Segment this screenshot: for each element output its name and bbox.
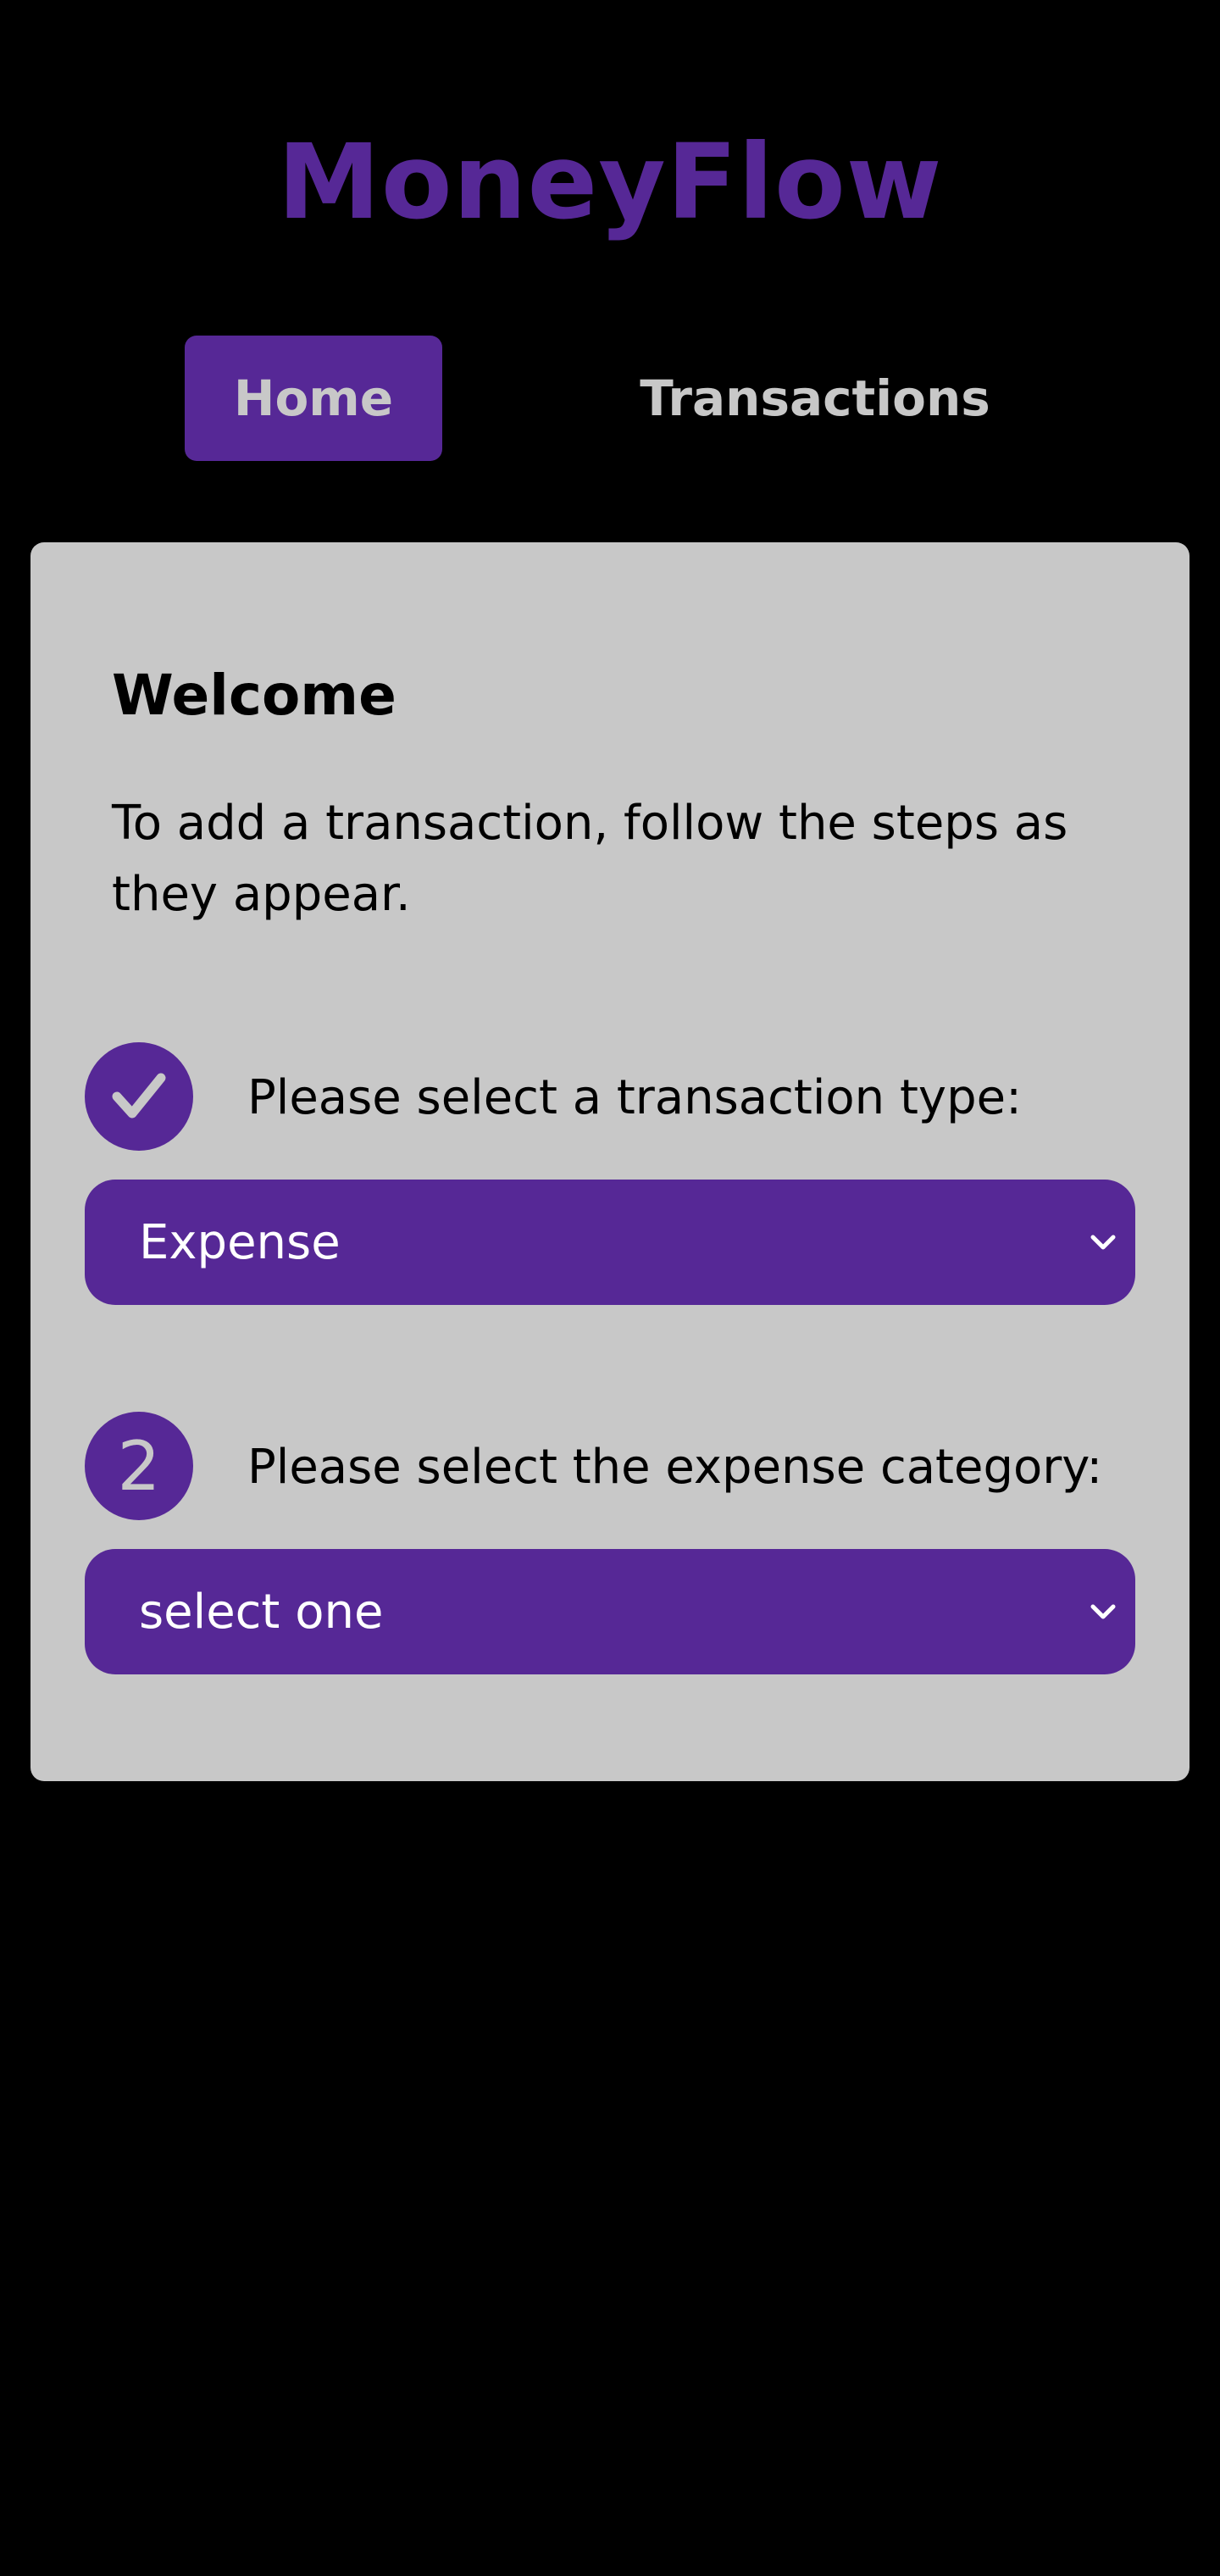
step-1-complete-badge xyxy=(85,1042,193,1151)
nav-home-button[interactable]: Home xyxy=(185,336,442,461)
check-icon xyxy=(112,1073,166,1119)
step-2-label: Please select the expense category: xyxy=(247,1440,1103,1495)
transaction-type-select[interactable]: Expense xyxy=(85,1180,1135,1305)
intro-text: To add a transaction, follow the steps a… xyxy=(112,796,1068,922)
nav-transactions-button[interactable]: Transactions xyxy=(593,336,1037,461)
step-1-label: Please select a transaction type: xyxy=(247,1070,1022,1125)
welcome-card: Welcome To add a transaction, follow the… xyxy=(30,542,1190,1781)
expense-category-select[interactable]: select one xyxy=(85,1549,1135,1674)
welcome-heading: Welcome xyxy=(112,663,396,728)
step-2-number-badge: 2 xyxy=(85,1412,193,1520)
app-title: MoneyFlow xyxy=(277,122,943,242)
chevron-down-icon xyxy=(1090,1235,1116,1250)
expense-category-value: select one xyxy=(139,1584,384,1640)
chevron-down-icon xyxy=(1090,1604,1116,1619)
transaction-type-value: Expense xyxy=(139,1214,341,1270)
